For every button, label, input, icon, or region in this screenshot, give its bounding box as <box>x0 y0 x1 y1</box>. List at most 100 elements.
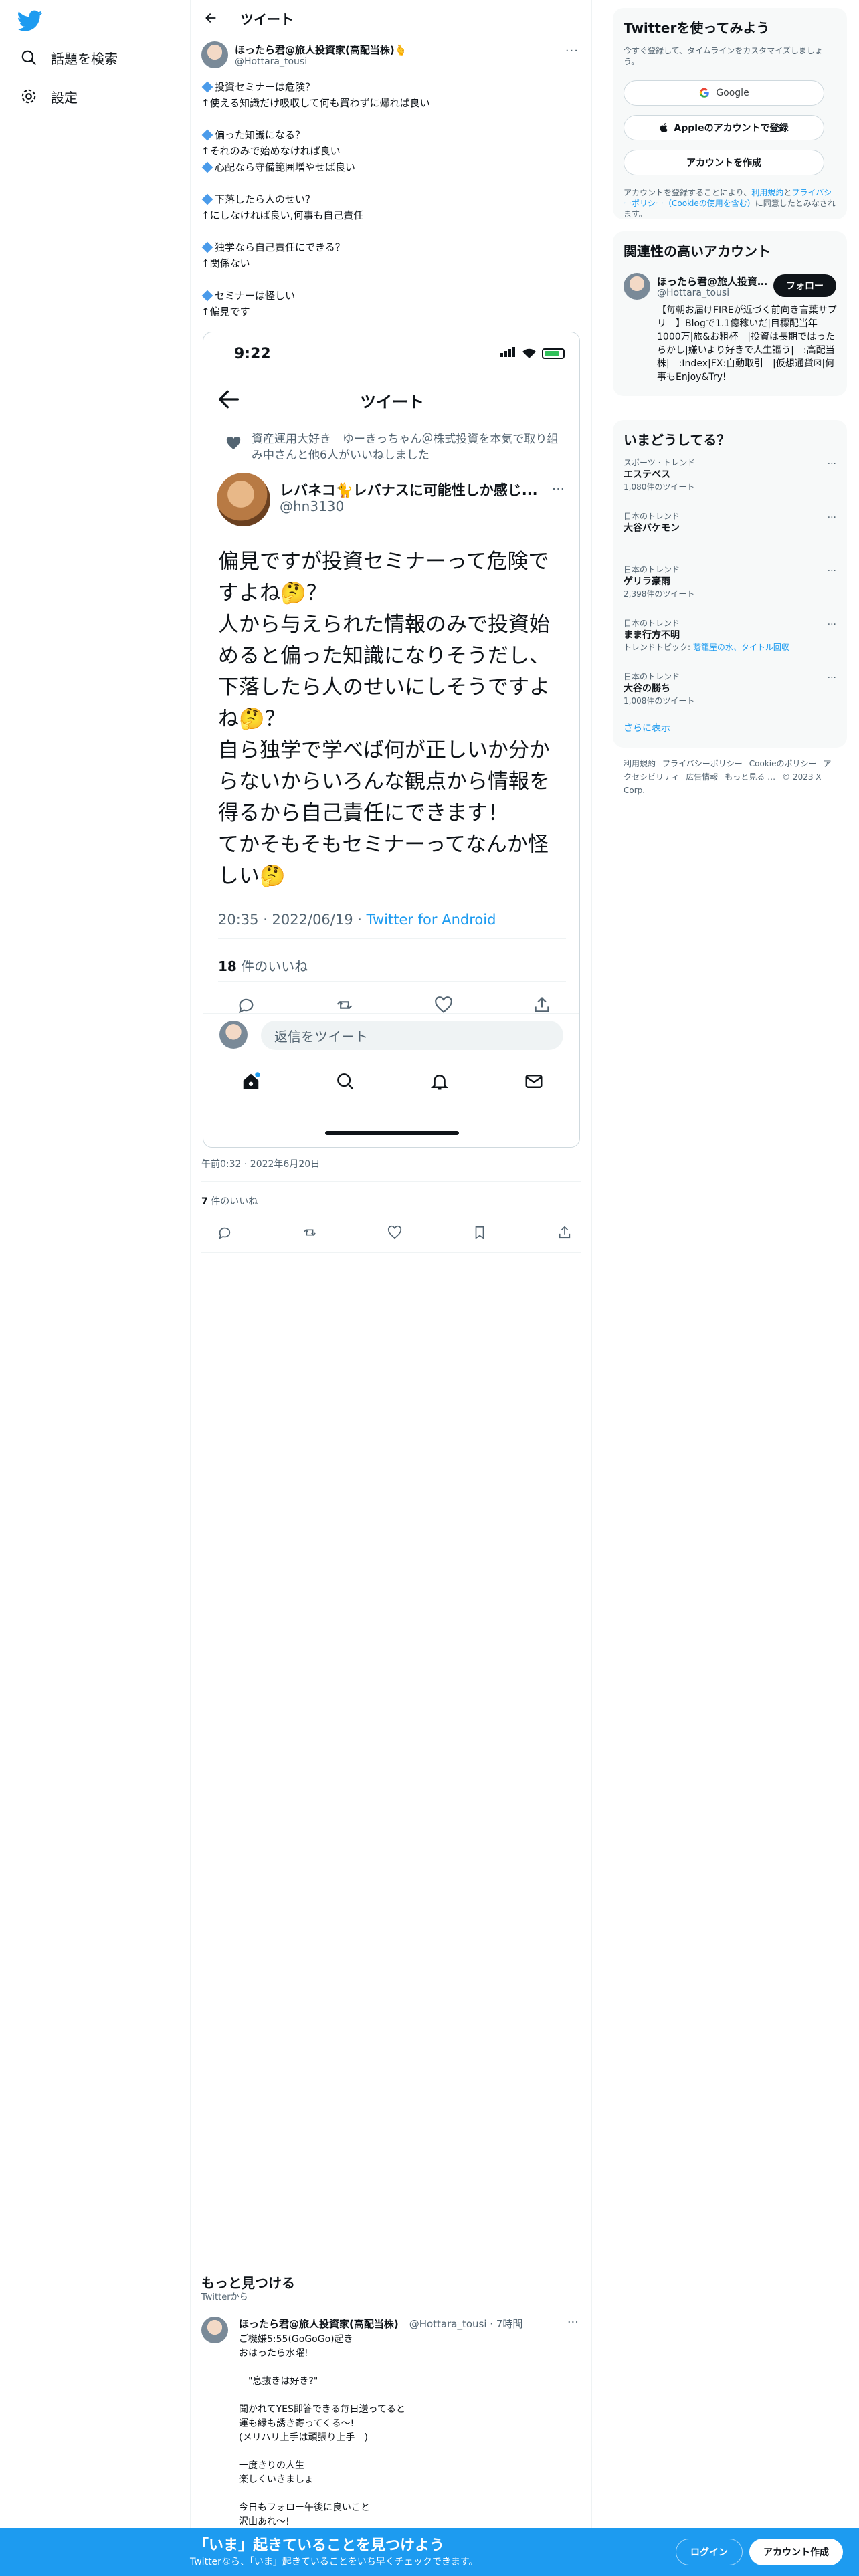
google-signup-button[interactable]: Google <box>624 80 824 106</box>
retweet-icon[interactable] <box>302 1225 317 1240</box>
trend-name: 大谷バケモン <box>624 523 680 534</box>
mail-icon <box>525 1075 542 1088</box>
trends-card: いまどうしてる？ スポーツ · トレンド エステベス 1,080件のツイート ··· 日… <box>613 420 847 748</box>
tweet-line-text: 独学なら自己責任にできる？ <box>215 241 345 253</box>
tweet-text: 投資セミナーは危険？ ↑使える知識だけ吸収して何も買わずに帰れば良い 偏った知識にな… <box>201 79 581 320</box>
screenshot-reply-bar: 返信をツイート <box>203 1013 579 1053</box>
trend-count: トレンドトピック: 蔭籠屋の水、タイトル回収 <box>624 642 836 653</box>
like-icon[interactable] <box>387 1225 402 1240</box>
sidebar-item-settings[interactable]: 設定 <box>20 80 78 112</box>
terms-link[interactable]: 利用規約 <box>751 188 783 197</box>
trend-item[interactable]: 日本のトレンド まま行方不明 トレンドトピック: 蔭籠屋の水、タイトル回収 ··· <box>624 618 836 653</box>
retweet-icon <box>337 1000 353 1010</box>
tweet-likes[interactable]: 7 件のいいね <box>201 1194 258 1208</box>
tweet-line: 偏った知識になる？ <box>201 127 581 143</box>
related-accounts-card: 関連性の高いアカウント ほったら君@旅人投資家(高配当株) @Hottara_t… <box>613 231 847 396</box>
recommended-text-line: (メリハリ上手は頑張り上手 ) <box>239 2432 368 2443</box>
page-title: ツイート <box>240 11 294 27</box>
share-icon[interactable] <box>557 1225 572 1240</box>
footer-link[interactable]: 広告情報 <box>686 772 718 782</box>
terms-text: と <box>783 188 792 197</box>
more-options-icon[interactable]: ··· <box>828 619 836 630</box>
more-options-icon: ··· <box>551 481 565 497</box>
more-options-icon[interactable]: ··· <box>567 2315 579 2329</box>
more-options-icon[interactable]: ··· <box>828 566 836 576</box>
wifi-icon <box>522 348 536 358</box>
apple-signup-label: Appleのアカウントで登録 <box>674 123 789 134</box>
tweet-image[interactable]: 9:22 ツイート 資産運用大好き ゆーきっちゃん＠株式投資を本気で取り組み中さ… <box>203 332 580 1148</box>
author-name[interactable]: ほったら君@旅人投資家(高配当株) <box>239 2318 399 2330</box>
tweet-line-text: ↑それのみで始めなければ良い <box>201 145 341 157</box>
twitter-bird-icon[interactable] <box>17 8 43 33</box>
footer-link[interactable]: Cookieのポリシー <box>749 759 817 768</box>
login-button[interactable]: ログイン <box>676 2539 743 2565</box>
footer-link[interactable]: プライバシーポリシー <box>662 759 743 768</box>
tweet-line-text: 下落したら人のせい？ <box>215 193 316 205</box>
trend-context: スポーツ · トレンド <box>624 458 696 467</box>
trend-topics-label: トレンドトピック: <box>624 643 693 652</box>
author-handle[interactable]: @Hottara_tousi <box>235 56 307 67</box>
home-indicator <box>325 1131 459 1135</box>
screenshot-text-line: 下落したら人のせいにしそうですよ <box>218 675 550 700</box>
recommended-text-line: 今日もフォロー午後に良いこと <box>239 2502 370 2513</box>
apple-icon <box>660 123 668 132</box>
more-options-icon[interactable]: ··· <box>828 459 836 469</box>
divider <box>201 1252 581 1253</box>
avatar[interactable] <box>201 41 228 68</box>
more-options-icon[interactable]: ··· <box>828 512 836 523</box>
author-handle[interactable]: @Hottara_tousi <box>657 288 729 298</box>
status-time: 9:22 <box>234 346 271 362</box>
recommended-text-line: おはったら水曜! <box>239 2348 308 2359</box>
signup-button[interactable]: アカウント作成 <box>749 2539 843 2565</box>
author-name[interactable]: ほったら君@旅人投資家(高配当株)🫰 <box>235 43 407 57</box>
screenshot-text-line: てかそもそもセミナーってなんか怪 <box>218 833 549 857</box>
reply-icon[interactable] <box>217 1225 232 1240</box>
gear-icon <box>21 89 36 104</box>
create-account-button[interactable]: アカウントを作成 <box>624 150 824 175</box>
tweet-line: 心配なら守備範囲増やせば良い <box>201 159 581 175</box>
recommended-text-line: "息抜きは好き?" <box>239 2376 318 2387</box>
tweet-line-text: ↑関係ない <box>201 257 250 270</box>
divider <box>218 938 566 939</box>
show-more-link[interactable]: さらに表示 <box>624 721 670 734</box>
like-count: 7 <box>201 1196 208 1207</box>
create-account-label: アカウントを作成 <box>686 158 761 169</box>
screenshot-text-line: 自ら独学で学べば何が正しいか分か <box>218 738 550 762</box>
avatar[interactable] <box>624 273 650 300</box>
tweet-timestamp[interactable]: 午前0:32 · 2022年6月20日 <box>201 1157 320 1170</box>
bookmark-icon[interactable] <box>472 1225 487 1240</box>
trend-item[interactable]: 日本のトレンド 大谷の勝ち 1,008件のツイート ··· <box>624 671 836 706</box>
sidebar-item-explore[interactable]: 話題を検索 <box>20 41 118 74</box>
diamond-icon <box>201 193 213 205</box>
screenshot-source: Twitter for Android <box>366 911 496 928</box>
signup-card: Twitterを使ってみよう 今すぐ登録して、タイムラインをカスタマイズしましょ… <box>613 8 847 219</box>
recommended-text-line: ご機嫌5:55(GoGoGo)起き <box>239 2334 353 2345</box>
tweet-line: セミナーは怪しい <box>201 288 581 304</box>
trend-context: 日本のトレンド <box>624 672 680 681</box>
footer-link[interactable]: もっと見る … <box>725 772 775 782</box>
more-options-icon[interactable]: ··· <box>828 673 836 683</box>
trend-topics[interactable]: 蔭籠屋の水、タイトル回収 <box>693 643 789 652</box>
back-button[interactable] <box>197 5 224 31</box>
avatar[interactable] <box>201 2317 228 2343</box>
tweet-line-text: ↑使える知識だけ吸収して何も買わずに帰れば良い <box>201 97 430 109</box>
sidebar-item-label: 話題を検索 <box>51 50 118 67</box>
arrow-left-icon <box>205 13 216 23</box>
tweet-line-text: ↑偏見です <box>201 306 250 318</box>
like-count: 18 <box>218 958 237 974</box>
trend-count: 1,008件のツイート <box>624 696 695 706</box>
more-options-icon[interactable]: ··· <box>565 44 579 58</box>
trend-item[interactable]: 日本のトレンド ゲリラ豪雨 2,398件のツイート ··· <box>624 564 836 599</box>
trend-item[interactable]: スポーツ · トレンド エステベス 1,080件のツイート ··· <box>624 457 836 492</box>
liked-by-text: 資産運用大好き ゆーきっちゃん＠株式投資を本気で取り組み中さんと他6人がいいねし… <box>226 431 566 463</box>
follow-button[interactable]: フォロー <box>773 274 836 297</box>
author-handle[interactable]: @Hottara_tousi · 7時間 <box>409 2318 523 2330</box>
trend-item[interactable]: 日本のトレンド 大谷バケモン ··· <box>624 511 836 535</box>
author-name[interactable]: ほったら君@旅人投資家(高配当株) <box>657 274 771 288</box>
screenshot-time: 20:35 · 2022/06/19 · <box>218 911 367 928</box>
apple-signup-button[interactable]: Appleのアカウントで登録 <box>624 115 824 140</box>
footer-link[interactable]: 利用規約 <box>624 759 656 768</box>
